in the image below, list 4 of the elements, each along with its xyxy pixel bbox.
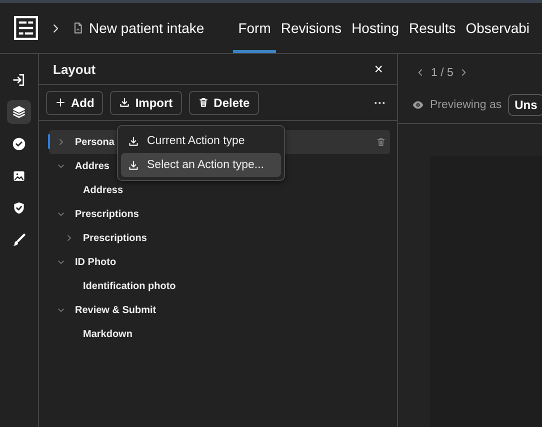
previewing-label: Previewing as bbox=[430, 99, 502, 111]
page-counter: 1 / 5 bbox=[431, 66, 454, 78]
panel-title: Layout bbox=[53, 62, 96, 76]
document-title: New patient intake bbox=[89, 20, 204, 36]
